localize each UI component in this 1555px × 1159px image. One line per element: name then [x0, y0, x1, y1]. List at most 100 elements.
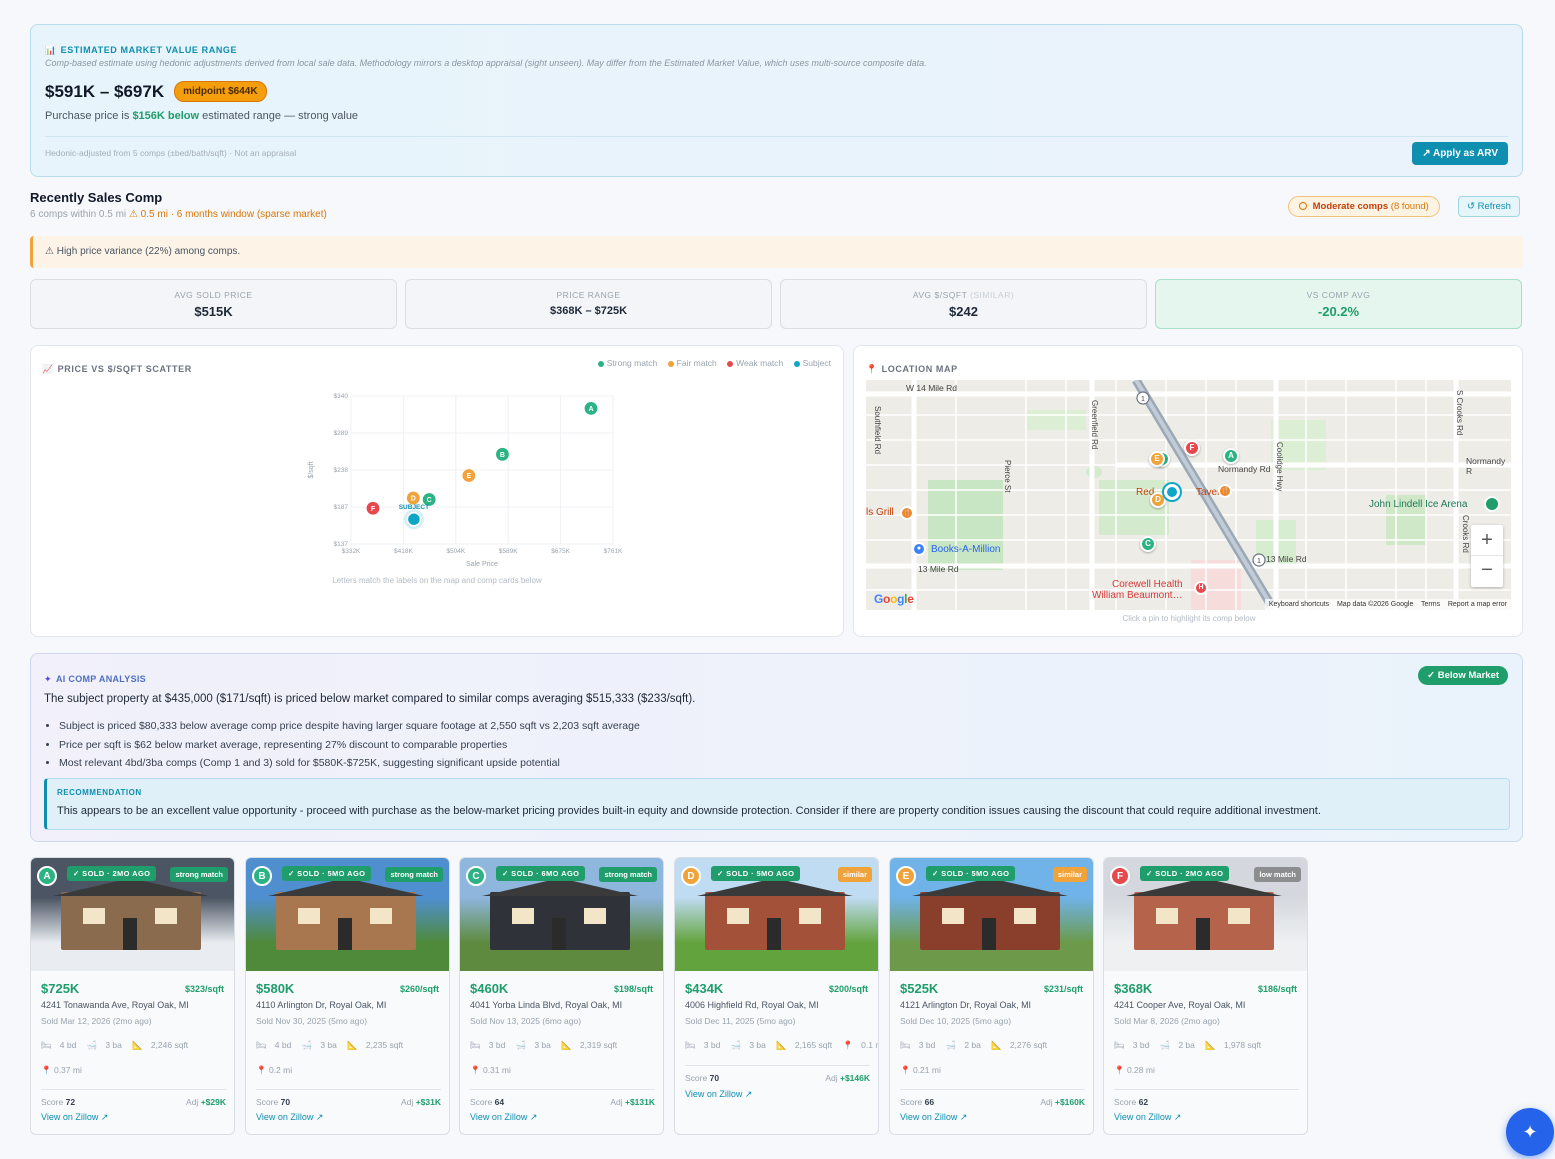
comp-sqft: 1,978 sqft	[1223, 1040, 1262, 1050]
location-pin-icon: 📍	[1114, 1065, 1125, 1075]
stat-label: VS COMP AVG	[1306, 290, 1371, 300]
arena-pin-icon[interactable]	[1484, 496, 1500, 512]
ai-analysis-panel: ✦ AI Comp Analysis ✓ Below Market The su…	[30, 653, 1523, 842]
comp-features: 🛏 3 bd 🛁 3 ba 📐 2,165 sqft 📍 0.1 mi	[685, 1040, 878, 1051]
comp-beds: 3 bd	[918, 1040, 936, 1050]
ai-title: AI Comp Analysis	[56, 674, 146, 684]
comp-distance-row: 📍 0.31 mi	[470, 1065, 653, 1076]
zoom-out-icon[interactable]: −	[1471, 556, 1503, 587]
comp-letter-badge: E	[896, 866, 916, 886]
map-road-label: Crooks Rd	[1461, 515, 1470, 553]
map-road-label: Southfield Rd	[873, 406, 882, 455]
comp-card-d[interactable]: D ✓ SOLD · 5MO AGO similar $434K $200/sq…	[674, 857, 879, 1135]
comp-photo[interactable]: D ✓ SOLD · 5MO AGO similar	[675, 858, 878, 971]
match-tag: similar	[1052, 867, 1087, 882]
sold-badge: ✓ SOLD · 6MO AGO	[496, 866, 586, 881]
window-shape	[512, 908, 534, 924]
shopping-pin-icon[interactable]: ●	[912, 542, 926, 556]
map-caption: Click a pin to highlight its comp below	[1122, 614, 1256, 623]
comp-price-per-sqft: $200/sqft	[828, 984, 868, 994]
comp-baths: 3 ba	[105, 1040, 122, 1050]
restaurant-pin-icon[interactable]: 🍴	[900, 506, 914, 520]
view-on-zillow-link[interactable]: View on Zillow ↗	[900, 1112, 967, 1123]
comp-address: 4121 Arlington Dr, Royal Oak, MI	[900, 1000, 1032, 1010]
svg-text:1: 1	[1141, 396, 1145, 403]
scatter-panel: 📈 Price vs $/sqft Scatter Strong match F…	[30, 345, 844, 637]
comp-card-b[interactable]: B ✓ SOLD · 5MO AGO strong match $580K $2…	[245, 857, 450, 1135]
market-value-range-panel: 📊 Estimated Market Value Range Comp-base…	[30, 24, 1523, 177]
midpoint-badge: midpoint $644K	[174, 81, 267, 102]
comps-title: Recently Sales Comp	[30, 190, 163, 205]
stat-value: $242	[949, 304, 978, 319]
scatter-point-subject	[406, 511, 422, 527]
adj-label: Adj	[401, 1097, 414, 1107]
comp-card-e[interactable]: E ✓ SOLD · 5MO AGO similar $525K $231/sq…	[889, 857, 1094, 1135]
comp-sold-date: Sold Nov 13, 2025 (6mo ago)	[470, 1016, 582, 1026]
map-pin-a[interactable]: A	[1223, 448, 1239, 464]
view-on-zillow-link[interactable]: View on Zillow ↗	[41, 1112, 108, 1123]
legend-dot-strong	[597, 360, 604, 367]
map-canvas[interactable]: 1 1 W 14 Mile Rd Normandy Rd Normandy R …	[866, 380, 1511, 610]
scatter-plot: $332K $418K $504K $589K $675K $761K $340 $289 $2…	[308, 393, 623, 568]
view-on-zillow-link[interactable]: View on Zillow ↗	[685, 1089, 752, 1100]
scatter-point-label: B	[500, 452, 505, 459]
match-tag: strong match	[170, 867, 228, 882]
refresh-button[interactable]: ↺ Refresh	[1458, 196, 1520, 217]
map-poi-label: ls Grill	[866, 507, 894, 518]
map-pin-icon: 📍	[866, 364, 878, 374]
restaurant-pin-icon[interactable]: 🍴	[1218, 484, 1232, 498]
sold-badge: ✓ SOLD · 5MO AGO	[282, 866, 372, 881]
comp-photo[interactable]: C ✓ SOLD · 6MO AGO strong match	[460, 858, 663, 971]
view-on-zillow-link[interactable]: View on Zillow ↗	[256, 1112, 323, 1123]
scatter-header: 📈 Price vs $/sqft Scatter	[42, 359, 192, 377]
comp-photo[interactable]: B ✓ SOLD · 5MO AGO strong match	[246, 858, 449, 971]
comp-quality-badge: Moderate comps (8 found)	[1288, 196, 1440, 217]
map-header: 📍 Location Map	[866, 359, 958, 377]
comp-beds: 3 bd	[488, 1040, 506, 1050]
door-shape	[123, 918, 137, 950]
terms-link[interactable]: Terms	[1421, 601, 1440, 608]
sparkle-icon[interactable]: ✦	[1506, 1108, 1554, 1156]
scatter-caption: Letters match the labels on the map and …	[332, 576, 542, 585]
map-pin-c[interactable]: C	[1140, 536, 1156, 552]
stat-label: PRICE RANGE	[556, 290, 621, 300]
location-pin-icon: 📍	[900, 1065, 911, 1075]
x-tick-label: $418K	[394, 548, 413, 555]
keyboard-shortcuts-link[interactable]: Keyboard shortcuts	[1269, 601, 1329, 608]
comp-distance: 0.28 mi	[1126, 1065, 1155, 1075]
map-pin-e[interactable]: E	[1149, 451, 1165, 467]
view-on-zillow-link[interactable]: View on Zillow ↗	[1114, 1112, 1181, 1123]
map-poi-label: Books-A-Million	[931, 544, 1001, 555]
emv-title: Estimated Market Value Range	[60, 45, 238, 55]
comp-photo[interactable]: A ✓ SOLD · 2MO AGO strong match	[31, 858, 234, 971]
comp-sqft: 2,276 sqft	[1009, 1040, 1048, 1050]
comp-adjustment: Adj +$29K	[186, 1097, 226, 1107]
hospital-pin-icon[interactable]: H	[1194, 581, 1208, 595]
stat-vs-comp-avg: VS COMP AVG -20.2%	[1155, 279, 1522, 329]
location-pin-icon: 📍	[256, 1065, 267, 1075]
comp-photo[interactable]: F ✓ SOLD · 2MO AGO low match	[1104, 858, 1307, 971]
bath-icon: 🛁	[515, 1040, 527, 1050]
comp-photo[interactable]: E ✓ SOLD · 5MO AGO similar	[890, 858, 1093, 971]
comp-baths: 3 ba	[749, 1040, 766, 1050]
view-on-zillow-link[interactable]: View on Zillow ↗	[470, 1112, 537, 1123]
zoom-in-icon[interactable]: +	[1471, 525, 1503, 556]
apply-as-arv-button[interactable]: ↗ Apply as ARV	[1412, 142, 1508, 165]
comp-card-f[interactable]: F ✓ SOLD · 2MO AGO low match $368K $186/…	[1103, 857, 1308, 1135]
comp-beds: 4 bd	[274, 1040, 292, 1050]
below-market-badge: ✓ Below Market	[1418, 666, 1508, 685]
legend-dot-fair	[667, 360, 674, 367]
comp-score: 72	[65, 1097, 76, 1107]
comp-card-c[interactable]: C ✓ SOLD · 6MO AGO strong match $460K $1…	[459, 857, 664, 1135]
comp-beds: 3 bd	[703, 1040, 721, 1050]
report-map-error-link[interactable]: Report a map error	[1448, 601, 1507, 608]
map-pin-f[interactable]: F	[1184, 440, 1200, 456]
comp-letter-badge: A	[37, 866, 57, 886]
legend-weak: Weak match	[736, 358, 784, 368]
map-pin-subject[interactable]	[1164, 484, 1180, 500]
comp-sold-date: Sold Mar 12, 2026 (2mo ago)	[41, 1016, 152, 1026]
ai-bullet: Price per sqft is $62 below market avera…	[59, 736, 640, 755]
comp-adjustment: Adj +$31K	[401, 1097, 441, 1107]
comp-card-a[interactable]: A ✓ SOLD · 2MO AGO strong match $725K $3…	[30, 857, 235, 1135]
bath-icon: 🛁	[730, 1040, 742, 1050]
